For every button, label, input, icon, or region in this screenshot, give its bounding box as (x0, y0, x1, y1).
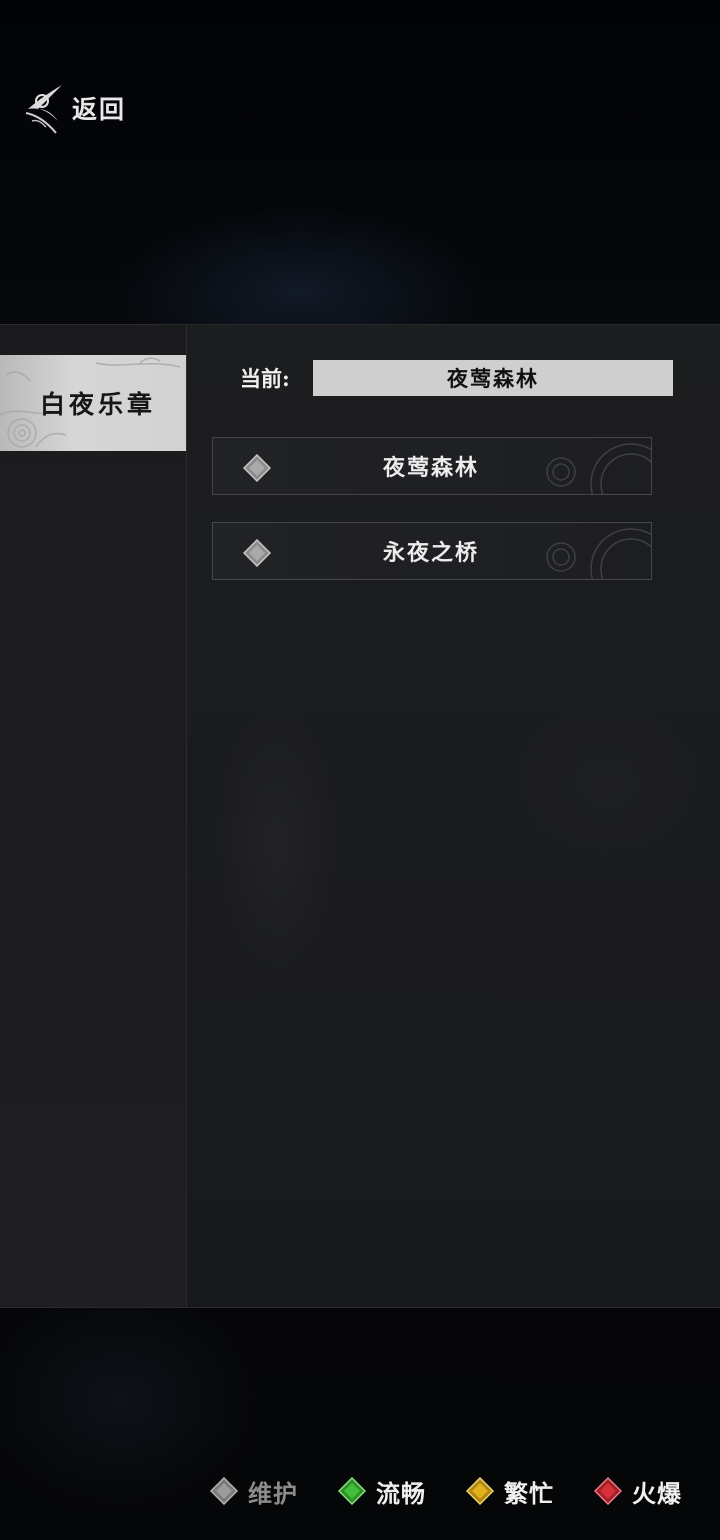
legend-label: 流畅 (376, 1478, 426, 1508)
legend-label: 火爆 (632, 1478, 682, 1508)
current-server-row: 当前: 夜莺森林 (240, 360, 673, 396)
server-name: 夜莺森林 (382, 455, 479, 481)
magic-circle-decoration-icon (546, 443, 651, 494)
server-name: 永夜之桥 (382, 540, 479, 566)
server-item[interactable]: 夜莺森林 (212, 437, 652, 495)
legend-item-hot: 火爆 (594, 1474, 682, 1509)
red-diamond-icon (594, 1477, 622, 1505)
current-label: 当前: (240, 366, 290, 391)
legend-label: 繁忙 (504, 1478, 554, 1508)
back-button[interactable]: 返回 (22, 80, 126, 136)
tab-label: 白夜乐章 (39, 390, 156, 419)
gray-diamond-icon (210, 1477, 238, 1505)
tab-region-selected[interactable]: 白夜乐章 (0, 355, 186, 451)
status-legend: 维护 流畅 繁忙 火爆 (210, 1472, 682, 1510)
server-select-screen: 返回 白夜乐章 当前: 夜莺森林 夜莺森林 永夜之桥 维护 流畅 繁忙 火爆 (0, 0, 720, 1540)
gray-diamond-icon (243, 539, 271, 567)
back-label: 返回 (72, 95, 127, 124)
magic-circle-decoration-icon (546, 528, 651, 579)
yellow-diamond-icon (466, 1477, 494, 1505)
gray-diamond-icon (243, 454, 271, 482)
rose-back-icon (25, 85, 62, 134)
legend-label: 维护 (248, 1478, 298, 1508)
current-server-value: 夜莺森林 (313, 360, 673, 396)
legend-item-busy: 繁忙 (466, 1474, 554, 1509)
green-diamond-icon (338, 1477, 366, 1505)
legend-item-smooth: 流畅 (338, 1474, 426, 1509)
region-sidebar: 白夜乐章 (0, 325, 187, 1307)
server-item[interactable]: 永夜之桥 (212, 522, 652, 580)
legend-item-maintenance: 维护 (210, 1474, 298, 1509)
